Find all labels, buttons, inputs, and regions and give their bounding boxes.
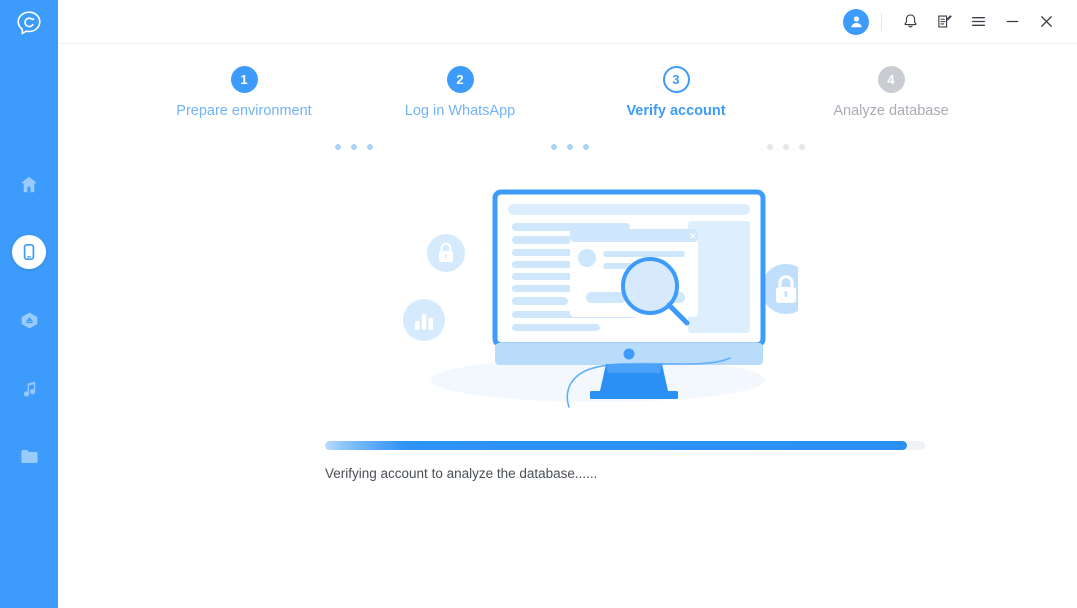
edit-note-icon[interactable] [929, 7, 959, 37]
dot [583, 144, 589, 150]
user-avatar-icon[interactable] [843, 8, 869, 35]
hamburger-menu-icon[interactable] [963, 7, 993, 37]
step-3-number: 3 [662, 66, 690, 93]
step-indicator: 1 Prepare environment 2 Log in WhatsApp … [58, 66, 1077, 150]
dot [799, 144, 805, 150]
app-window: 1 Prepare environment 2 Log in WhatsApp … [0, 0, 1077, 608]
step-4-label: Analyze database [833, 103, 949, 119]
progress-status-text: Verifying account to analyze the databas… [325, 466, 598, 481]
lock-badge-small [427, 234, 465, 272]
monitor-search-database-illustration [398, 175, 811, 410]
dot [551, 144, 557, 150]
dot [335, 144, 341, 150]
step-2-label: Log in WhatsApp [404, 103, 516, 119]
step-2-number: 2 [446, 66, 474, 93]
close-icon[interactable] [1031, 7, 1061, 37]
sidebar-item-device[interactable] [0, 218, 58, 286]
sidebar-item-files[interactable] [0, 422, 58, 490]
step-connector-1-2 [335, 144, 373, 150]
folder-icon [12, 439, 46, 473]
minimize-icon[interactable] [997, 7, 1027, 37]
sidebar [0, 0, 58, 608]
home-icon [12, 167, 46, 201]
lock-badge-large [761, 264, 811, 314]
dot [767, 144, 773, 150]
music-note-icon [12, 371, 46, 405]
dot [783, 144, 789, 150]
step-1[interactable]: 1 Prepare environment [144, 66, 344, 119]
sidebar-item-backup[interactable] [0, 286, 58, 354]
sidebar-item-music[interactable] [0, 354, 58, 422]
phone-device-icon [12, 235, 46, 269]
sidebar-item-home[interactable] [0, 150, 58, 218]
titlebar [58, 0, 1077, 44]
step-1-number: 1 [230, 66, 258, 93]
titlebar-divider [881, 12, 882, 31]
progress-bar-fill [325, 441, 907, 450]
step-4[interactable]: 4 Analyze database [791, 66, 991, 119]
bell-icon[interactable] [895, 7, 925, 37]
dot [567, 144, 573, 150]
app-logo-chat-icon[interactable] [11, 5, 47, 41]
step-3[interactable]: 3 Verify account [576, 66, 776, 119]
sidebar-nav [0, 150, 58, 490]
step-connector-2-3 [551, 144, 589, 150]
step-connector-3-4 [767, 144, 805, 150]
cloud-backup-icon [12, 303, 46, 337]
dot [351, 144, 357, 150]
dot [367, 144, 373, 150]
step-4-number: 4 [877, 66, 905, 93]
progress-section: Verifying account to analyze the databas… [325, 441, 925, 481]
progress-bar [325, 441, 925, 450]
main-content: 1 Prepare environment 2 Log in WhatsApp … [58, 0, 1077, 608]
step-1-label: Prepare environment [176, 103, 312, 119]
step-3-label: Verify account [626, 103, 726, 119]
step-2[interactable]: 2 Log in WhatsApp [360, 66, 560, 119]
chart-badge-small [403, 299, 445, 341]
